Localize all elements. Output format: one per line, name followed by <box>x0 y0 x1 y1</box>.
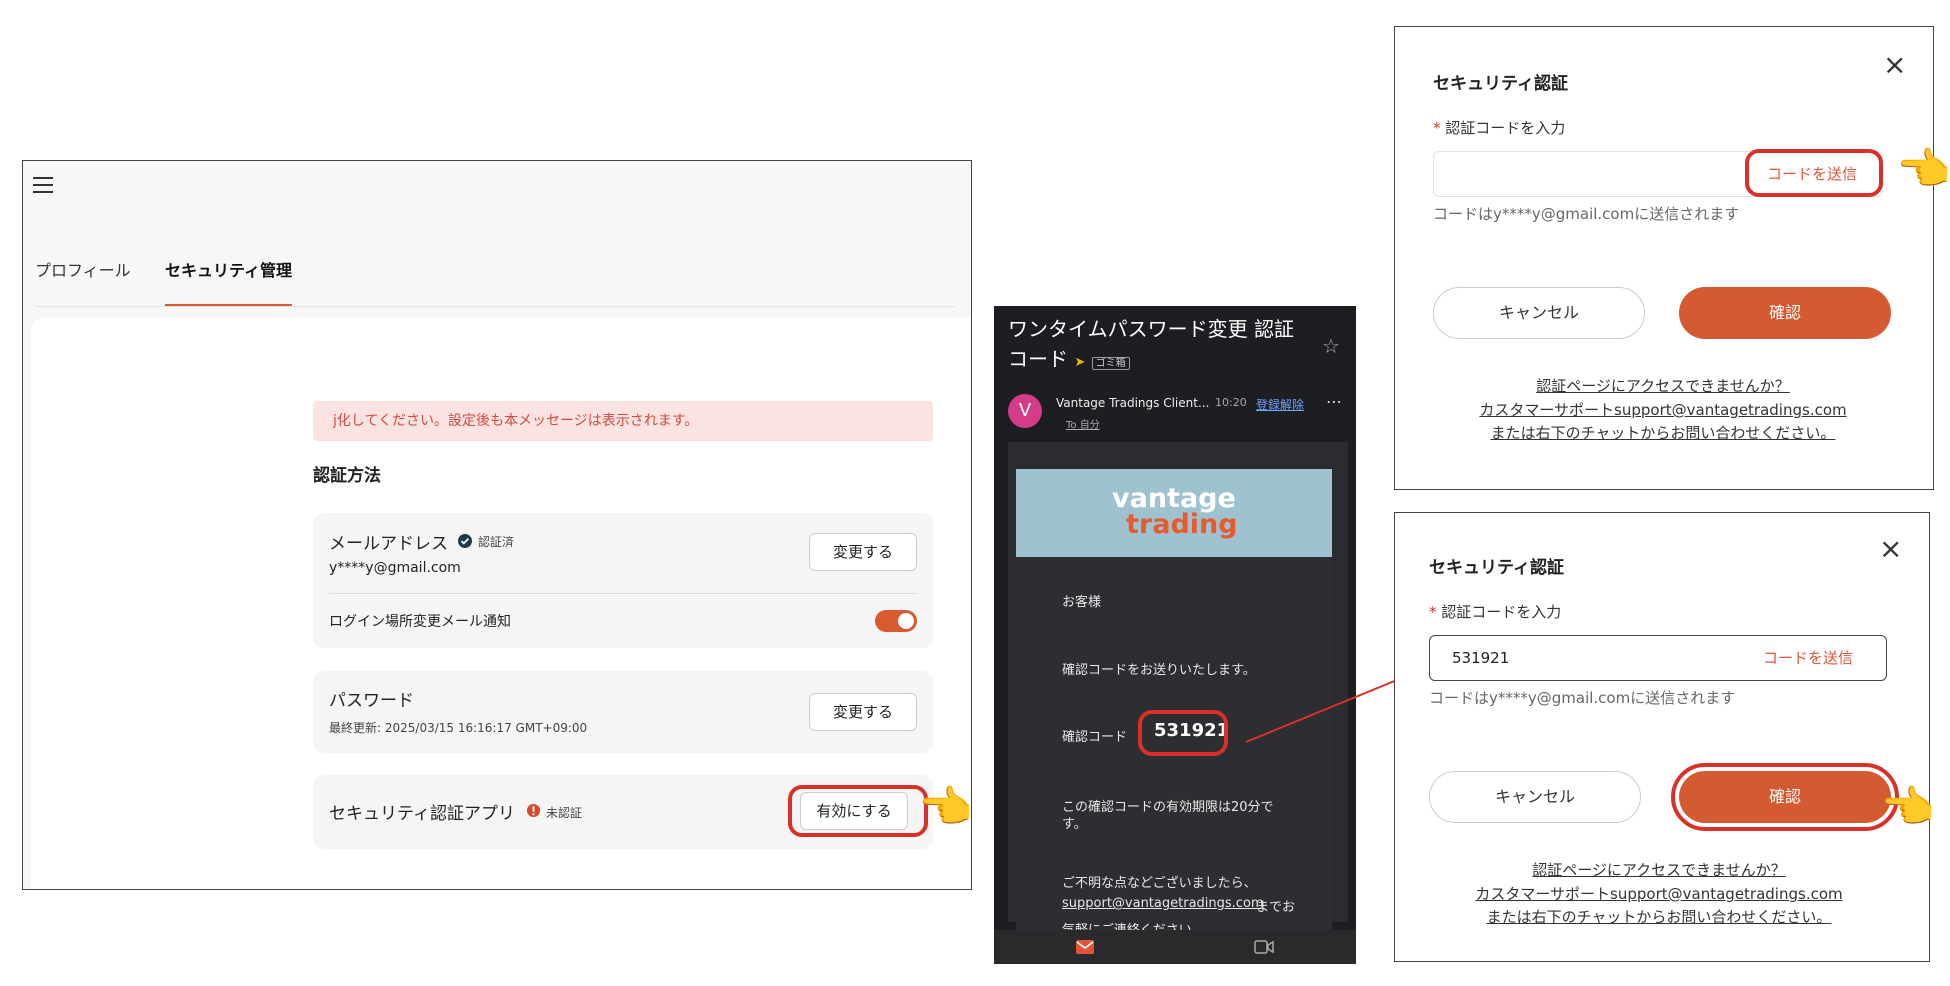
pointing-hand-icon: 👈 <box>918 782 973 833</box>
close-icon[interactable]: × <box>1883 51 1906 79</box>
unsubscribe-link[interactable]: 登録解除 <box>1256 396 1304 413</box>
cancel-button[interactable]: キャンセル <box>1429 771 1641 823</box>
email-footer <box>994 930 1356 964</box>
unverified-badge: 未認証 <box>546 806 583 820</box>
password-block: パスワード 最終更新: 2025/03/15 16:16:17 GMT+09:0… <box>313 671 933 753</box>
help-link[interactable]: 認証ページにアクセスできませんか？ <box>1433 375 1893 396</box>
recipient[interactable]: To 自分 <box>1066 416 1100 431</box>
hamburger-icon[interactable] <box>33 177 55 195</box>
section-title: 認証方法 <box>313 466 381 486</box>
divider <box>329 593 917 594</box>
password-label: パスワード <box>329 691 414 711</box>
verified-badge: 認証済 <box>478 535 515 549</box>
code-input-value: 531921 <box>1452 649 1510 667</box>
close-icon[interactable]: × <box>1879 535 1902 563</box>
tab-security[interactable]: セキュリティ管理 <box>165 256 293 306</box>
contact-text: ご不明な点などございましたら、 <box>1062 876 1257 891</box>
email-line: 確認コードをお送りいたします。 <box>1062 663 1256 678</box>
video-icon[interactable] <box>1254 940 1274 954</box>
auth-app-block: セキュリティ認証アプリ 未認証 有効にする <box>313 775 933 849</box>
label-arrow-icon: ➤ <box>1074 355 1086 370</box>
mail-icon[interactable] <box>1076 940 1094 954</box>
brand-header: vantage trading <box>1016 469 1332 557</box>
warning-banner: j化してください。設定後も本メッセージは表示されます。 <box>313 401 933 441</box>
password-updated: 最終更新: 2025/03/15 16:16:17 GMT+09:00 <box>329 721 588 735</box>
chat-link[interactable]: または右下のチャットからお問い合わせください。 <box>1433 422 1893 443</box>
pointing-hand-icon: 👈 <box>1896 144 1950 195</box>
email-viewer: ワンタイムパスワード変更 認証コード ➤ ゴミ箱 ☆ V Vantage Tra… <box>994 306 1356 964</box>
chat-link[interactable]: または右下のチャットからお問い合わせください。 <box>1429 906 1889 927</box>
email-subject: ワンタイムパスワード変更 認証コード ➤ ゴミ箱 <box>1008 317 1294 371</box>
code-field-label: * 認証コードを入力 <box>1429 603 1562 621</box>
login-notify-label: ログイン場所変更メール通知 <box>329 614 511 630</box>
help-link[interactable]: 認証ページにアクセスできませんか？ <box>1429 859 1889 880</box>
change-email-button[interactable]: 変更する <box>809 533 917 571</box>
change-password-button[interactable]: 変更する <box>809 693 917 731</box>
more-icon[interactable]: ⋯ <box>1326 392 1342 411</box>
email-label: メールアドレス <box>329 534 448 554</box>
pointing-hand-icon: 👈 <box>1880 782 1935 833</box>
support-email-link[interactable]: support@vantagetradings.com <box>1062 896 1264 911</box>
email-block: メールアドレス 認証済 y****y@gmail.com 変更する ログイン場所… <box>313 513 933 648</box>
avatar: V <box>1008 394 1042 428</box>
dialog-title: セキュリティ認証 <box>1433 74 1568 94</box>
contact-text-2: までお <box>1256 900 1296 915</box>
sender-name[interactable]: Vantage Tradings Client... <box>1056 396 1209 410</box>
verified-icon <box>458 534 472 548</box>
email-time: 10:20 <box>1215 396 1247 409</box>
cancel-button[interactable]: キャンセル <box>1433 287 1645 339</box>
tab-profile[interactable]: プロフィール <box>35 256 131 304</box>
support-link[interactable]: カスタマーサポートsupport@vantagetradings.com <box>1433 399 1893 420</box>
dialog-title: セキュリティ認証 <box>1429 558 1564 578</box>
email-greeting: お客様 <box>1062 595 1102 610</box>
code-hint: コードはy****y@gmail.comに送信されます <box>1429 689 1736 707</box>
security-dialog-1: セキュリティ認証 × * 認証コードを入力 コードを送信 コードはy****y@… <box>1394 26 1934 490</box>
security-settings-panel: プロフィール セキュリティ管理 j化してください。設定後も本メッセージは表示され… <box>22 160 972 890</box>
highlight-ring <box>1745 149 1883 197</box>
support-link[interactable]: カスタマーサポートsupport@vantagetradings.com <box>1429 883 1889 904</box>
code-field-label: * 認証コードを入力 <box>1433 119 1566 137</box>
folder-badge: ゴミ箱 <box>1091 357 1130 370</box>
settings-tabs: プロフィール セキュリティ管理 <box>35 256 955 307</box>
highlight-ring <box>1671 763 1899 831</box>
confirm-button[interactable]: 確認 <box>1679 287 1891 339</box>
security-dialog-2: セキュリティ認証 × * 認証コードを入力 531921 コードを送信 コードは… <box>1394 512 1930 962</box>
email-value: y****y@gmail.com <box>329 560 461 576</box>
code-label: 確認コード <box>1062 730 1128 745</box>
send-code-button[interactable]: コードを送信 <box>1763 647 1853 668</box>
warning-icon <box>526 803 541 818</box>
brand-logo-sub: trading <box>1126 509 1238 540</box>
validity-text: この確認コードの有効期限は20分です。 <box>1062 800 1274 832</box>
login-notify-toggle[interactable] <box>875 610 917 632</box>
star-icon[interactable]: ☆ <box>1322 334 1340 358</box>
auth-app-label: セキュリティ認証アプリ <box>329 804 515 824</box>
highlight-ring <box>788 785 928 837</box>
highlight-ring <box>1138 710 1228 756</box>
code-hint: コードはy****y@gmail.comに送信されます <box>1433 205 1740 223</box>
